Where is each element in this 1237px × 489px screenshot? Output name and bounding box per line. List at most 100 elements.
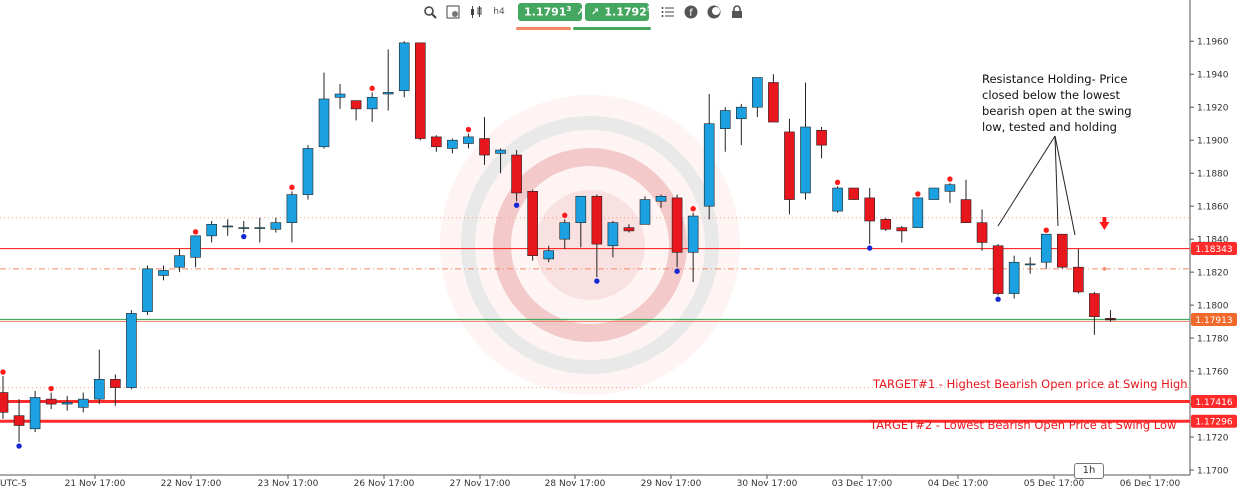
x-tick-label: 29 Nov 17:00 <box>641 479 702 489</box>
candle-body <box>302 148 314 195</box>
candle-body <box>495 149 506 154</box>
candle-body <box>382 92 394 95</box>
candle-body <box>110 379 121 388</box>
buy-button[interactable]: ↗ 1.17925 <box>585 3 652 21</box>
candle-body <box>543 250 555 260</box>
candle-body <box>864 197 876 222</box>
fractal-high-marker <box>289 184 295 191</box>
fractal-high-marker <box>947 176 953 182</box>
candle <box>703 94 715 220</box>
candle <box>1089 291 1100 335</box>
fractal-low-marker <box>513 202 520 208</box>
candle-body <box>944 184 956 192</box>
x-tick-label: 05 Dec 17:00 <box>1024 479 1085 489</box>
candle-body <box>591 195 603 245</box>
candle <box>832 186 843 213</box>
candle-body <box>479 138 490 156</box>
fractal-low-marker <box>867 245 873 251</box>
y-tick-label: 1.1820 <box>1197 269 1229 279</box>
sell-button[interactable]: 1.17913 ↗ <box>518 3 585 21</box>
candle-body <box>832 187 843 212</box>
annotation-line: bearish open at the swing <box>982 104 1132 118</box>
info-icon[interactable]: f <box>681 2 701 22</box>
sell-arrow-icon: ↗ <box>576 6 585 18</box>
candle-body <box>414 42 426 139</box>
candle <box>735 103 747 146</box>
price-tag: 1.17296 <box>1191 414 1237 428</box>
y-tick-label: 1.1920 <box>1197 104 1229 114</box>
y-tick-label: 1.1960 <box>1197 38 1229 48</box>
lock-icon[interactable] <box>727 2 747 22</box>
candle <box>334 84 346 109</box>
candle-body <box>398 42 410 92</box>
price-tag: 1.17913 <box>1191 312 1237 326</box>
candle-body <box>174 255 185 268</box>
y-tick-label: 1.1880 <box>1197 170 1229 180</box>
y-tick-label: 1.1720 <box>1197 434 1229 444</box>
candle <box>61 395 73 411</box>
candle-body <box>254 227 266 229</box>
candle-body <box>45 398 57 405</box>
theme-icon[interactable] <box>704 2 724 22</box>
candle <box>13 399 25 443</box>
x-tick-label: 22 Nov 17:00 <box>161 479 222 489</box>
candle-body <box>623 227 635 232</box>
price-tag-label: 1.18343 <box>1195 245 1232 255</box>
candle-body <box>719 110 731 129</box>
candle-body <box>158 270 169 276</box>
candle <box>77 392 89 413</box>
candle <box>896 225 908 243</box>
chart-window[interactable]: 1.1960 1.1940 1.1920 1.1900 1.1880 1.1860 1.18… <box>0 0 1237 489</box>
candle-body <box>142 268 153 313</box>
candle <box>1073 249 1084 294</box>
candle-body <box>639 199 651 225</box>
y-tick-label: 1.1800 <box>1197 302 1229 312</box>
sell-signal-arrow <box>1099 222 1110 230</box>
candle-body <box>463 136 474 144</box>
candle-body <box>1057 233 1068 268</box>
candles-icon[interactable] <box>466 2 486 22</box>
candle-body <box>318 98 330 148</box>
candle <box>639 196 651 225</box>
candle-body <box>190 235 201 258</box>
chart-settings-icon[interactable] <box>443 2 463 22</box>
timeframe-icon[interactable]: h4 <box>489 2 509 22</box>
candle <box>527 189 538 261</box>
candle-body <box>0 392 9 413</box>
y-tick-label: 1.1900 <box>1197 137 1229 147</box>
y-tick-label: 1.1760 <box>1197 368 1229 378</box>
candle-body <box>784 131 795 200</box>
candle <box>431 135 442 152</box>
candle-body <box>752 77 763 108</box>
candle <box>960 179 972 223</box>
candle-body <box>350 100 362 110</box>
fractal-high-marker <box>0 369 6 375</box>
candle <box>880 217 892 231</box>
price-tag: 1.17416 <box>1191 394 1237 408</box>
candle-body <box>655 195 667 202</box>
candle-body <box>960 199 972 223</box>
candle-body <box>126 313 137 388</box>
candle-body <box>238 227 250 229</box>
x-tick-label: 06 Dec 17:00 <box>1120 479 1181 489</box>
list-icon[interactable] <box>658 2 678 22</box>
candle <box>752 77 763 118</box>
candle <box>848 187 859 200</box>
candle-body <box>768 82 779 123</box>
timeframe-badge[interactable]: 1h <box>1074 463 1104 479</box>
candle <box>0 376 9 419</box>
resistance-annotation: Resistance Holding- Price closed below t… <box>982 71 1152 135</box>
candle <box>286 191 298 243</box>
candle-body <box>671 197 683 253</box>
candle-body <box>61 402 73 405</box>
candle-body <box>735 106 747 120</box>
buy-arrow-icon: ↗ <box>591 6 600 18</box>
price-tag: 1.18343 <box>1191 242 1237 256</box>
candle <box>944 183 956 203</box>
x-tick-label: 28 Nov 17:00 <box>545 479 606 489</box>
candle <box>719 107 731 152</box>
candle-body <box>527 191 538 256</box>
chart-toolbar: h4 1.17913 ↗ ↗ 1.17925 f <box>420 2 747 22</box>
zoom-icon[interactable] <box>420 2 440 22</box>
candle <box>318 72 330 149</box>
